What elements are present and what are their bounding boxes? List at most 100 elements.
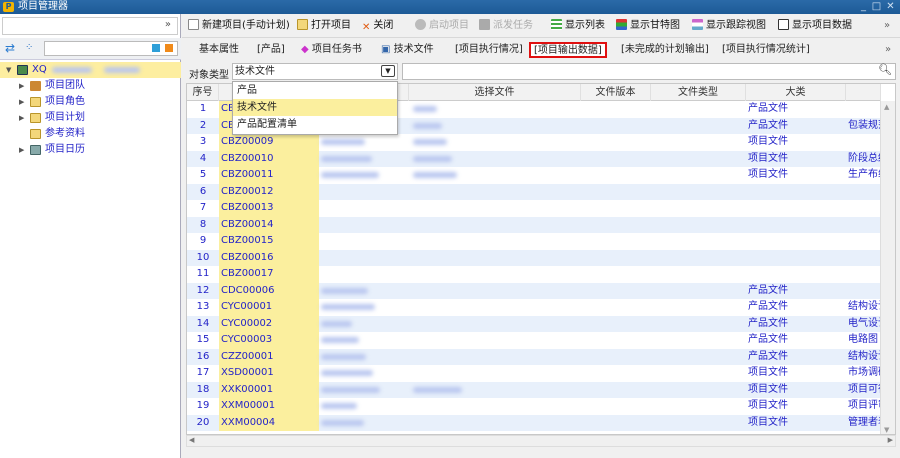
show-tracking-button[interactable]: 显示跟踪视图 [692, 19, 766, 33]
cell-code[interactable]: CBZ00011 [219, 167, 319, 184]
col-header-file[interactable]: 选择文件 [409, 84, 581, 101]
scroll-down-icon[interactable]: ▼ [884, 426, 889, 434]
cell-code[interactable]: XXK00001 [219, 381, 319, 398]
search-icon[interactable]: 🔍︎ [878, 63, 892, 76]
show-project-data-button[interactable]: 显示项目数据 [778, 19, 852, 33]
show-list-button[interactable]: 显示列表 [551, 19, 605, 33]
scroll-right-icon[interactable]: ▶ [888, 436, 893, 444]
col-header-subcategory[interactable] [846, 84, 881, 101]
cell-code[interactable]: CBZ00017 [219, 266, 319, 283]
cell-code[interactable]: CBZ00016 [219, 249, 319, 266]
tab-execution[interactable]: [项目执行情况] [452, 43, 526, 59]
cell-code[interactable]: CBZ00014 [219, 216, 319, 233]
tab-basic-properties[interactable]: 基本属性 [196, 43, 242, 59]
tree-icon[interactable]: ⁘ [25, 42, 33, 53]
search-input[interactable]: 🔍︎ [402, 63, 896, 80]
tab-output-data[interactable]: [项目输出数据] [529, 42, 607, 58]
table-row[interactable]: 17 XSD00001 项目文件 市场调研 [187, 365, 881, 382]
table-row[interactable]: 13 CYC00001 产品文件 结构设计 [187, 299, 881, 316]
project-select[interactable]: » [2, 17, 178, 35]
object-type-select[interactable]: 技术文件 ▼ [232, 63, 398, 80]
col-header-file-type[interactable]: 文件类型 [651, 84, 746, 101]
cell-code[interactable]: CDC00006 [219, 282, 319, 299]
redacted-name [321, 386, 380, 393]
new-project-button[interactable]: 新建项目(手动计划) [188, 19, 290, 33]
tree-root[interactable]: ▼ XQ [0, 62, 181, 78]
cell-code[interactable]: CBZ00009 [219, 134, 319, 151]
more-icon[interactable]: » [884, 19, 890, 33]
tree-label: 项目日历 [45, 144, 85, 155]
col-header-category[interactable]: 大类 [746, 84, 846, 101]
table-row[interactable]: 15 CYC00003 产品文件 电路图 [187, 332, 881, 349]
table-row[interactable]: 7 CBZ00013 [187, 200, 881, 217]
table-row[interactable]: 9 CBZ00015 [187, 233, 881, 250]
cell-code[interactable]: CBZ00010 [219, 150, 319, 167]
dropdown-option-tech-docs[interactable]: 技术文件 [233, 99, 397, 116]
cell-code[interactable]: CBZ00015 [219, 233, 319, 250]
col-header-version[interactable]: 文件版本 [581, 84, 651, 101]
show-gantt-button[interactable]: 显示甘特图 [616, 19, 680, 33]
table-row[interactable]: 5 CBZ00011 项目文件 生产布线 [187, 167, 881, 184]
table-row[interactable]: 10 CBZ00016 [187, 249, 881, 266]
table-row[interactable]: 14 CYC00002 产品文件 电气设计 [187, 315, 881, 332]
cell-code[interactable]: CZZ00001 [219, 348, 319, 365]
refresh-icon[interactable]: ⇄ [5, 41, 15, 55]
horizontal-scrollbar[interactable]: ◀ ▶ [186, 435, 896, 447]
cell-subcategory [846, 134, 881, 151]
table-row[interactable]: 18 XXK00001 项目文件 项目可行 [187, 381, 881, 398]
cell-category: 产品文件 [748, 317, 788, 329]
col-header-no[interactable]: 序号 [187, 84, 219, 101]
cell-code[interactable]: XXM00001 [219, 398, 319, 415]
dispatch-task-button[interactable]: 派发任务 [479, 19, 533, 33]
cell-code[interactable]: CYC00003 [219, 332, 319, 349]
cell-category: 产品文件 [748, 350, 788, 362]
maximize-button[interactable]: □ [871, 1, 882, 12]
tree-item-plan[interactable]: ▶ 项目计划 [0, 110, 181, 126]
cell-code[interactable]: CBZ00013 [219, 200, 319, 217]
table-row[interactable]: 19 XXM00001 项目文件 项目评审 [187, 398, 881, 415]
scroll-up-icon[interactable]: ▲ [884, 103, 889, 111]
start-project-button[interactable]: 启动项目 [415, 19, 469, 33]
table-row[interactable]: 20 XXM00004 项目文件 管理者表 [187, 414, 881, 431]
open-project-button[interactable]: 打开项目 [297, 19, 351, 33]
cell-no: 7 [199, 202, 207, 213]
minimize-button[interactable]: _ [858, 1, 869, 12]
cell-code[interactable]: XSD00001 [219, 365, 319, 382]
dropdown-option-config-list[interactable]: 产品配置清单 [233, 116, 397, 133]
table-row[interactable]: 4 CBZ00010 项目文件 阶段总结 [187, 150, 881, 167]
search-up-icon[interactable] [165, 44, 173, 52]
tree-item-references[interactable]: 参考资料 [0, 126, 181, 142]
vertical-scrollbar[interactable]: ▲ ▼ [880, 101, 895, 434]
expand-icon[interactable]: ▼ [6, 62, 11, 78]
tree-item-calendar[interactable]: ▶ 项目日历 [0, 142, 181, 158]
tree-item-roles[interactable]: ▶ 项目角色 [0, 94, 181, 110]
table-row[interactable]: 8 CBZ00014 [187, 216, 881, 233]
table-row[interactable]: 16 CZZ00001 产品文件 结构设计 [187, 348, 881, 365]
close-project-button[interactable]: ✕ 关闭 [362, 19, 393, 33]
tabs-more-icon[interactable]: » [882, 43, 894, 59]
cell-code[interactable]: CBZ00012 [219, 183, 319, 200]
scroll-left-icon[interactable]: ◀ [189, 436, 194, 444]
redacted-name [321, 172, 379, 178]
dropdown-arrow-icon[interactable]: ▼ [381, 65, 395, 77]
table-row[interactable]: 6 CBZ00012 [187, 183, 881, 200]
table-row[interactable]: 3 CBZ00009 项目文件 [187, 134, 881, 151]
tab-task-book[interactable]: ◆ 项目任务书 [298, 43, 365, 59]
tab-execution-stats[interactable]: [项目执行情况统计] [719, 43, 813, 59]
search-down-icon[interactable] [152, 44, 160, 52]
dropdown-option-product[interactable]: 产品 [233, 82, 397, 99]
cell-code[interactable]: XXM00004 [219, 414, 319, 431]
table-row[interactable]: 11 CBZ00017 [187, 266, 881, 283]
tab-unfinished-output[interactable]: [未完成的计划输出] [618, 43, 712, 59]
redacted-file [413, 172, 457, 178]
object-type-value: 技术文件 [235, 66, 275, 77]
cell-subcategory: 项目可行 [848, 383, 881, 395]
close-window-button[interactable]: ✕ [885, 1, 896, 12]
cell-code[interactable]: CYC00002 [219, 315, 319, 332]
tree-label: 项目计划 [45, 112, 85, 123]
tree-item-team[interactable]: ▶ 项目团队 [0, 78, 181, 94]
tab-product[interactable]: [产品] [254, 43, 288, 59]
table-row[interactable]: 12 CDC00006 产品文件 [187, 282, 881, 299]
tab-tech-docs[interactable]: ▣ 技术文件 [378, 43, 437, 59]
cell-code[interactable]: CYC00001 [219, 299, 319, 316]
